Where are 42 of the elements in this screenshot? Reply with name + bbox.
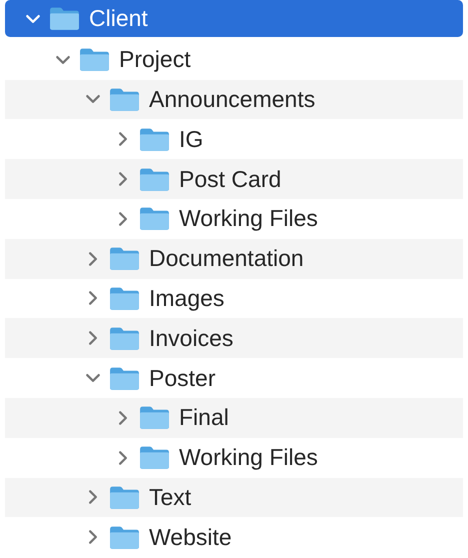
folder-icon	[109, 286, 140, 311]
folder-name: Poster	[149, 364, 216, 392]
folder-row[interactable]: Website	[5, 517, 463, 558]
folder-name: Client	[89, 5, 148, 32]
folder-row[interactable]: Working Files	[5, 198, 463, 239]
folder-icon	[139, 126, 170, 152]
folder-row[interactable]: Invoices	[5, 318, 463, 358]
folder-name: Invoices	[149, 324, 234, 352]
folder-row[interactable]: Client	[5, 0, 463, 37]
folder-icon	[139, 445, 170, 470]
folder-row[interactable]: Announcements	[5, 80, 463, 120]
folder-name: Images	[149, 284, 224, 312]
folder-row[interactable]: Final	[5, 398, 463, 438]
folder-name: Working Files	[179, 444, 318, 472]
folder-icon	[109, 326, 140, 351]
folder-name: Website	[149, 524, 232, 551]
folder-icon	[109, 86, 140, 112]
folder-name: Documentation	[149, 245, 304, 272]
folder-icon	[109, 366, 140, 391]
folder-row[interactable]: Project	[5, 40, 463, 80]
folder-icon	[139, 206, 170, 232]
folder-row[interactable]: Post Card	[5, 159, 463, 199]
folder-icon	[109, 246, 140, 272]
folder-name: Post Card	[179, 166, 282, 193]
folder-name: IG	[179, 126, 204, 153]
folder-icon	[139, 405, 170, 430]
folder-row[interactable]: Images	[5, 278, 463, 318]
folder-icon	[79, 47, 110, 72]
folder-icon	[139, 166, 170, 192]
folder-icon	[109, 524, 140, 550]
folder-icon	[109, 484, 140, 510]
folder-name: Working Files	[179, 205, 318, 232]
folder-row[interactable]: Working Files	[5, 438, 463, 478]
folder-name: Announcements	[149, 86, 316, 113]
folder-icon	[49, 6, 80, 31]
folder-row[interactable]: Documentation	[5, 238, 463, 279]
folder-name: Final	[179, 404, 229, 432]
folder-name: Project	[119, 46, 191, 74]
folder-row[interactable]: IG	[5, 119, 463, 160]
folder-row[interactable]: Poster	[5, 358, 463, 398]
folder-row[interactable]: Text	[5, 478, 463, 518]
folder-name: Text	[149, 484, 192, 511]
